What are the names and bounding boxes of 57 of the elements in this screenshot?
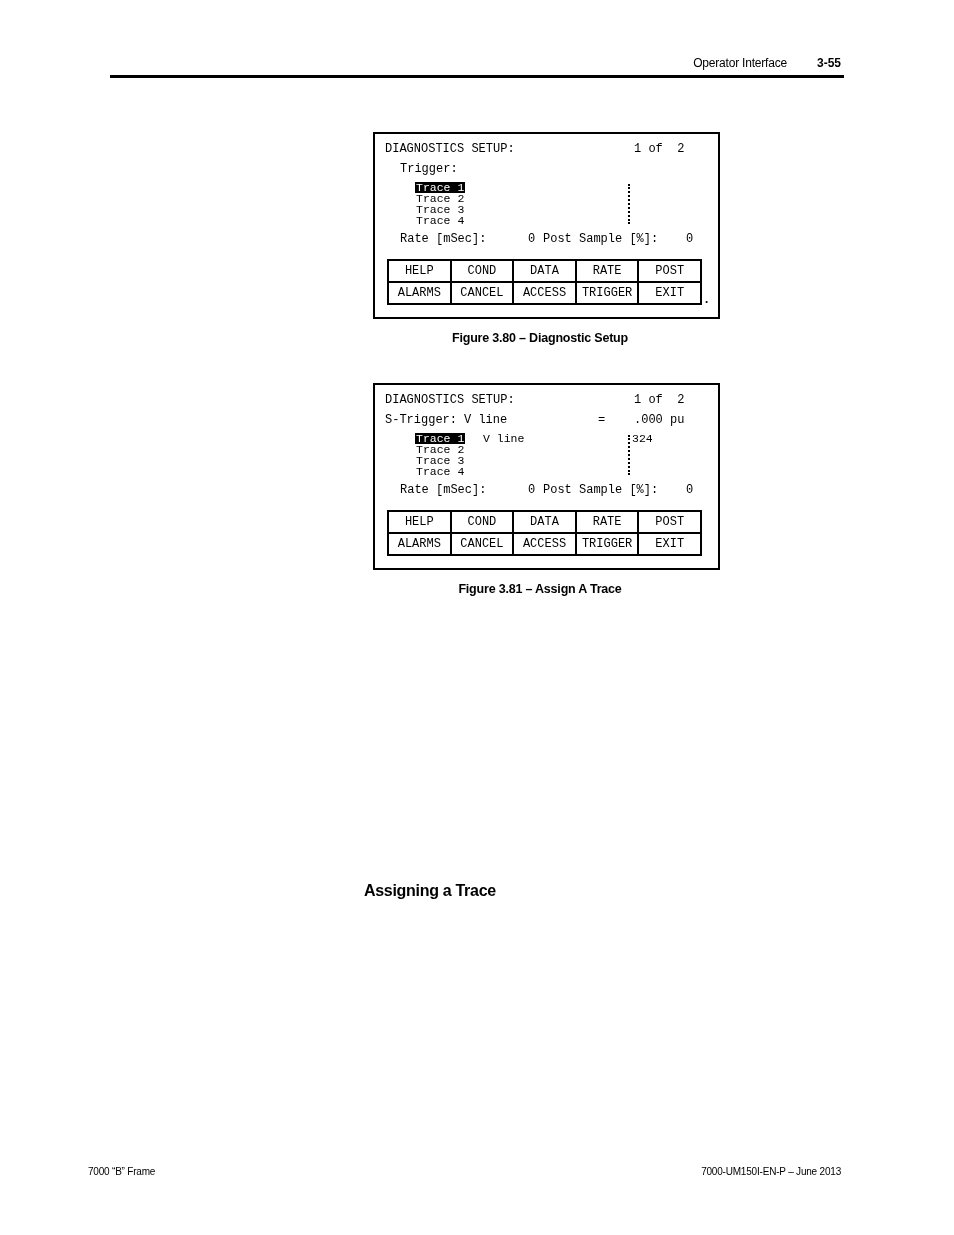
trace-item[interactable]: Trace 4 <box>415 466 466 477</box>
footer-right-text: 7000-UM150I-EN-P – June 2013 <box>701 1166 841 1178</box>
softkey-button[interactable]: EXIT <box>639 534 700 554</box>
softkey-button[interactable]: RATE <box>576 512 638 532</box>
softkey-button[interactable]: COND <box>451 512 513 532</box>
page-indicator: 1 of 2 <box>634 392 685 409</box>
trace-item[interactable]: Trace 4 <box>415 215 466 226</box>
post-sample-value: 0 <box>686 231 694 248</box>
post-sample-label: Post Sample [%]: <box>543 482 659 499</box>
screen-title: DIAGNOSTICS SETUP: <box>385 141 515 158</box>
trace-item[interactable]: Trace 1 <box>415 433 466 444</box>
period-mark: . <box>703 295 711 305</box>
rate-value: 0 <box>528 231 536 248</box>
trace-item[interactable]: Trace 2 <box>415 444 466 455</box>
softkey-button[interactable]: ACCESS <box>514 534 575 554</box>
rate-value: 0 <box>528 482 536 499</box>
trigger-signal: V line <box>464 412 508 429</box>
figure-caption: Figure 3.81 – Assign A Trace <box>458 582 622 596</box>
softkey-button[interactable]: ALARMS <box>389 283 450 303</box>
softkey-button[interactable]: ALARMS <box>389 534 450 554</box>
post-sample-label: Post Sample [%]: <box>543 231 659 248</box>
dotted-divider <box>628 435 630 475</box>
trigger-label: Trigger: <box>400 161 458 178</box>
softkey-button[interactable]: TRIGGER <box>576 283 638 303</box>
trigger-label: S-Trigger: <box>385 412 457 429</box>
running-header-title: Operator Interface <box>693 56 787 70</box>
softkey-button[interactable]: CANCEL <box>451 283 513 303</box>
rate-label: Rate [mSec]: <box>400 482 487 499</box>
figure-caption: Figure 3.80 – Diagnostic Setup <box>452 331 628 345</box>
softkey-button[interactable]: POST <box>639 512 700 532</box>
page-indicator: 1 of 2 <box>634 141 685 158</box>
screen-title: DIAGNOSTICS SETUP: <box>385 392 515 409</box>
equals-sign: = <box>598 412 606 429</box>
dotted-divider <box>628 184 630 224</box>
trace-signal: V line <box>483 433 525 444</box>
softkey-button[interactable]: DATA <box>514 261 575 281</box>
softkey-button[interactable]: HELP <box>389 261 450 281</box>
section-heading: Assigning a Trace <box>364 882 496 900</box>
trace-item[interactable]: Trace 2 <box>415 193 466 204</box>
trace-item[interactable]: Trace 3 <box>415 455 466 466</box>
rate-label: Rate [mSec]: <box>400 231 487 248</box>
trace-item[interactable]: Trace 1 <box>415 182 466 193</box>
softkey-button[interactable]: EXIT <box>639 283 700 303</box>
post-sample-value: 0 <box>686 482 694 499</box>
softkey-button[interactable]: ACCESS <box>514 283 575 303</box>
trigger-value: .000 pu <box>634 412 685 429</box>
softkey-button[interactable]: HELP <box>389 512 450 532</box>
softkey-button[interactable]: DATA <box>514 512 575 532</box>
softkey-button[interactable]: COND <box>451 261 513 281</box>
softkey-button[interactable]: RATE <box>576 261 638 281</box>
trace-item[interactable]: Trace 3 <box>415 204 466 215</box>
softkey-button[interactable]: CANCEL <box>451 534 513 554</box>
softkey-button[interactable]: POST <box>639 261 700 281</box>
softkey-button[interactable]: TRIGGER <box>576 534 638 554</box>
page-number: 3-55 <box>816 56 841 70</box>
trace-value: 324 <box>632 433 653 444</box>
footer-left-text: 7000 “B” Frame <box>88 1166 156 1178</box>
